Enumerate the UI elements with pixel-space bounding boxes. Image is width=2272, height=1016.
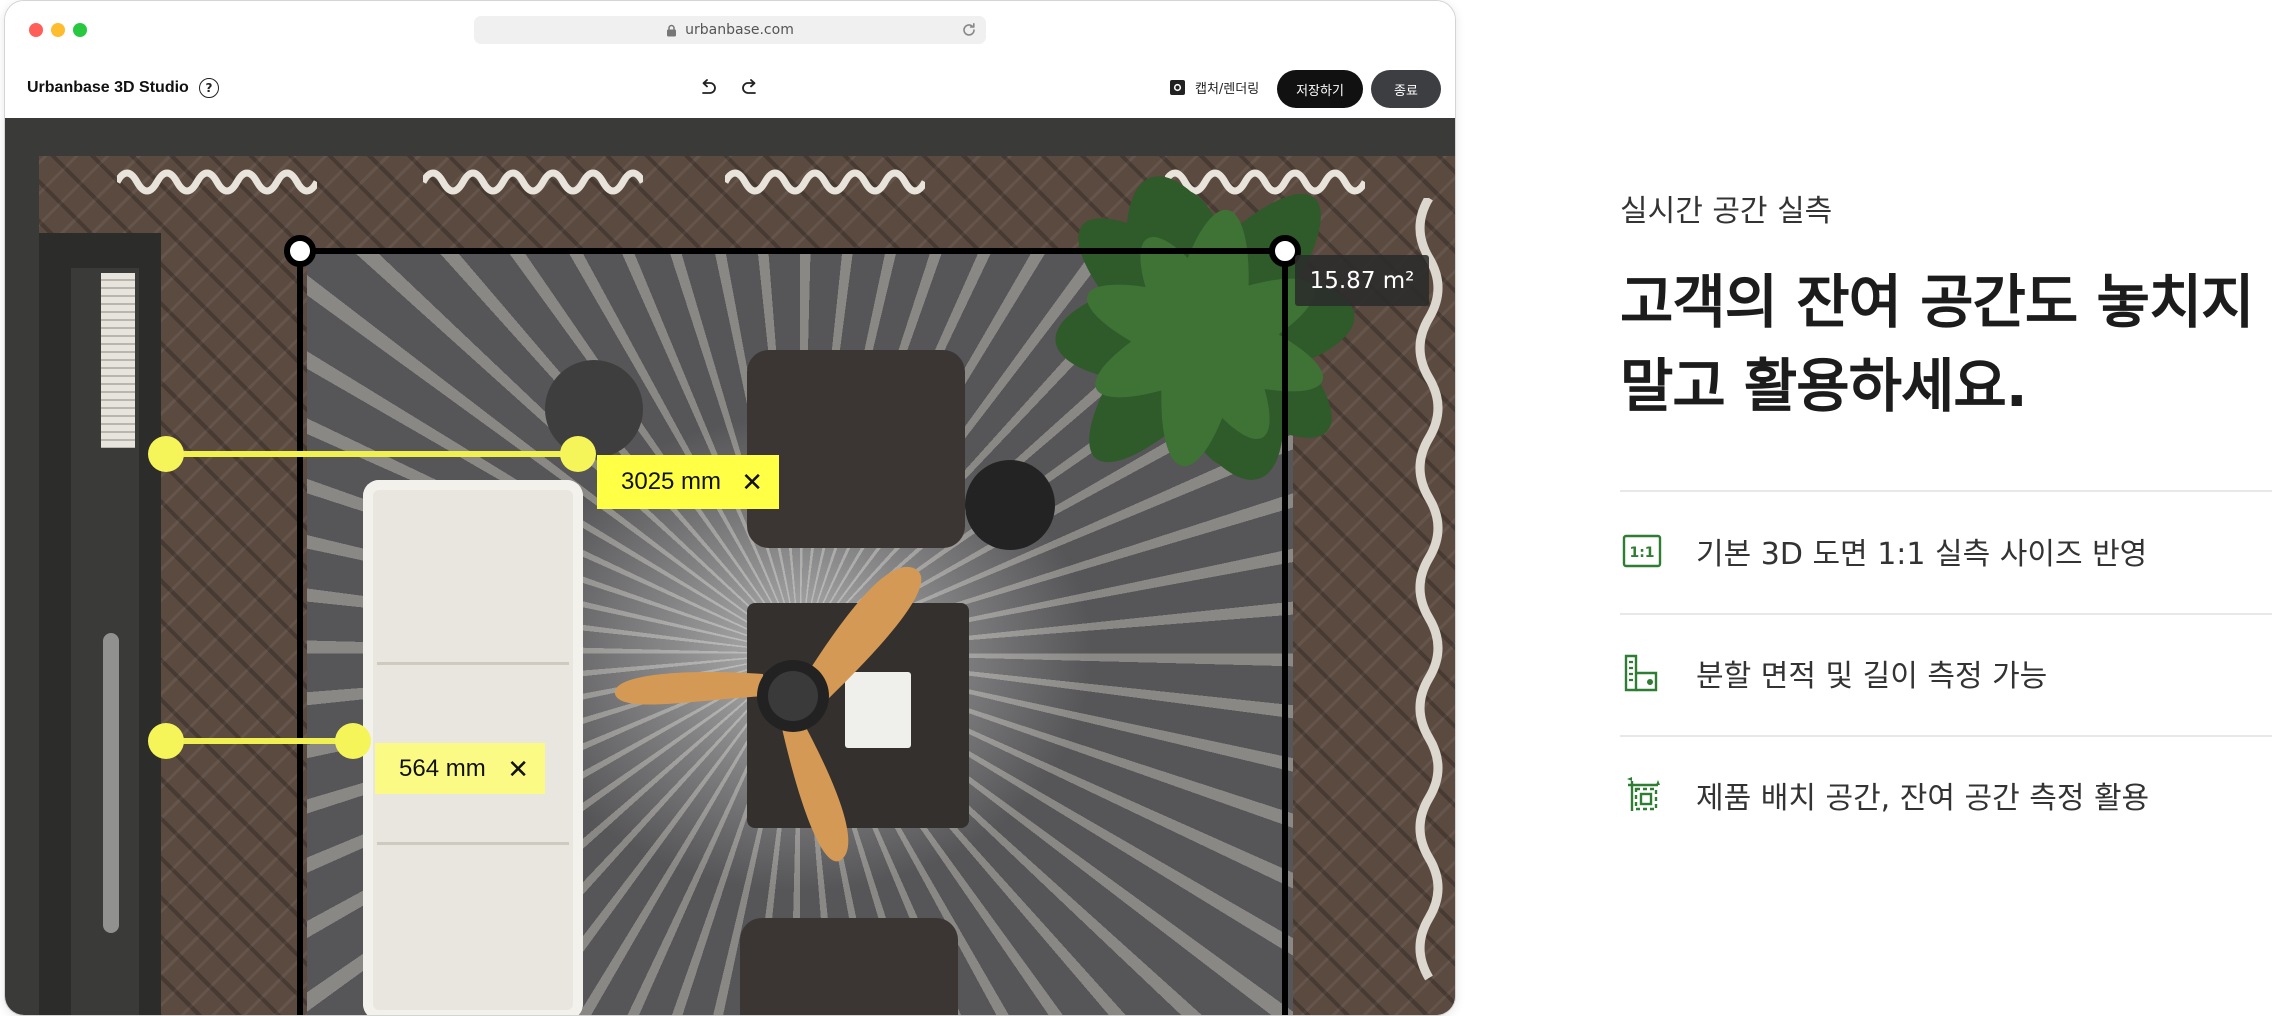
feature-item: 제품 배치 공간, 잔여 공간 측정 활용 [1620, 765, 2272, 825]
measure-handle[interactable] [148, 436, 184, 472]
reload-icon[interactable] [961, 22, 977, 42]
space-measure-icon [1620, 773, 1664, 817]
feature-text: 분할 면적 및 길이 측정 가능 [1696, 659, 2048, 694]
measurement-value: 3025 mm [621, 468, 722, 495]
camera-icon [1169, 79, 1186, 96]
capture-render-label: 캡처/렌더링 [1195, 82, 1260, 97]
browser-window: urbanbase.com Urbanbase 3D Studio ? 캡처/렌… [4, 0, 1456, 1016]
area-size-label: 15.87 m² [1295, 255, 1429, 306]
measure-handle[interactable] [148, 723, 184, 759]
feature-item: 분할 면적 및 길이 측정 가능 [1620, 643, 2272, 703]
divider [1620, 613, 2272, 615]
app-title: Urbanbase 3D Studio [27, 79, 189, 96]
ratio-1-1-icon: 1:1 [1620, 529, 1664, 573]
undo-icon[interactable] [698, 79, 718, 101]
app-toolbar: Urbanbase 3D Studio ? 캡처/렌더링 저장하기 종료 [5, 59, 1455, 118]
headline-line: 말고 활용하세요. [1620, 352, 2028, 420]
measurement-label: 564 mm ✕ [375, 743, 545, 794]
window-close-button[interactable] [29, 23, 43, 37]
measurement-label: 3025 mm ✕ [597, 455, 779, 509]
area-handle[interactable] [284, 235, 316, 267]
window-zoom-button[interactable] [73, 23, 87, 37]
feature-text: 제품 배치 공간, 잔여 공간 측정 활용 [1696, 781, 2150, 816]
redo-icon[interactable] [740, 79, 760, 101]
3d-canvas[interactable]: 15.87 m² 3025 mm ✕ 564 mm ✕ [5, 118, 1455, 1015]
headline-line: 고객의 잔여 공간도 놓치지 [1620, 268, 2255, 336]
measurement-overlay [148, 235, 1301, 1015]
remove-measurement-icon[interactable]: ✕ [507, 756, 529, 782]
divider [1620, 490, 2272, 492]
exit-button[interactable]: 종료 [1371, 70, 1441, 108]
measurement-value: 564 mm [399, 754, 486, 782]
capture-render-button[interactable]: 캡처/렌더링 [1169, 78, 1259, 97]
lock-icon [666, 24, 677, 37]
address-bar[interactable]: urbanbase.com [474, 16, 986, 44]
feature-item: 1:1 기본 3D 도면 1:1 실측 사이즈 반영 [1620, 521, 2272, 581]
remove-measurement-icon[interactable]: ✕ [741, 469, 763, 495]
floorplan-measure-icon [1620, 651, 1664, 695]
measure-handle[interactable] [560, 436, 596, 472]
measure-handle[interactable] [335, 723, 371, 759]
url-text: urbanbase.com [685, 22, 794, 38]
headline: 고객의 잔여 공간도 놓치지 말고 활용하세요. [1620, 260, 2272, 428]
browser-titlebar: urbanbase.com [5, 1, 1455, 60]
section-kicker: 실시간 공간 실측 [1620, 194, 1833, 229]
save-button[interactable]: 저장하기 [1277, 70, 1363, 108]
svg-text:1:1: 1:1 [1629, 545, 1654, 561]
feature-panel: 실시간 공간 실측 고객의 잔여 공간도 놓치지 말고 활용하세요. 1:1 기… [1620, 0, 2272, 1016]
window-minimize-button[interactable] [51, 23, 65, 37]
help-icon[interactable]: ? [199, 78, 219, 98]
feature-text: 기본 3D 도면 1:1 실측 사이즈 반영 [1696, 537, 2148, 572]
area-outline [297, 248, 1288, 1015]
divider [1620, 735, 2272, 737]
